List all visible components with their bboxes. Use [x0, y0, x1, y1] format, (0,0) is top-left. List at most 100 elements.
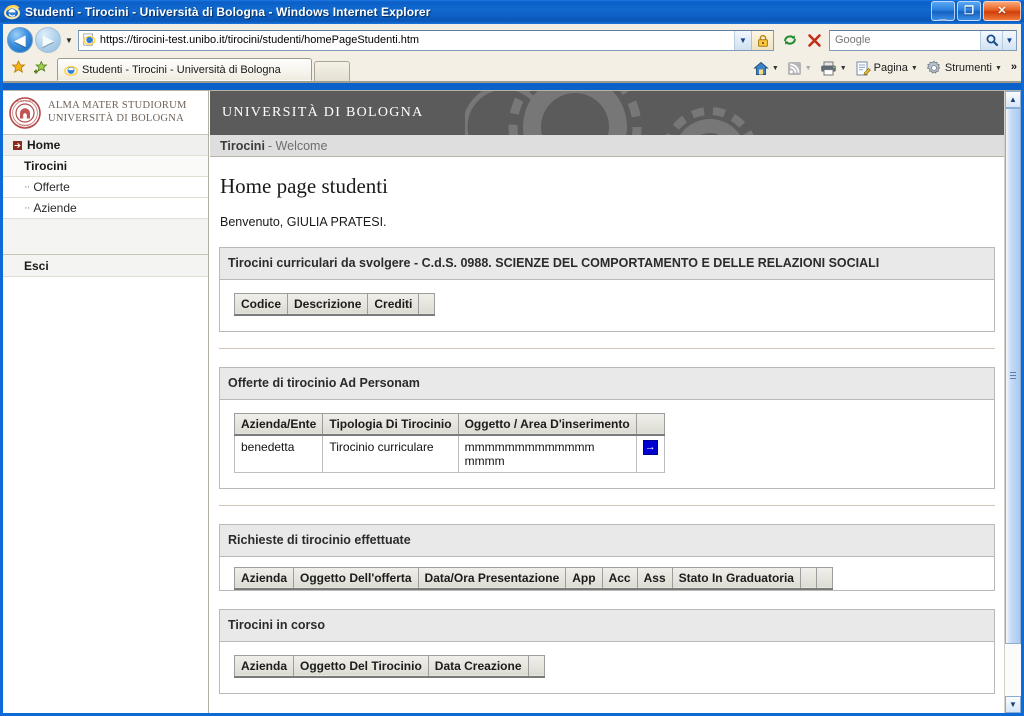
new-tab-button[interactable] [314, 61, 350, 81]
search-dropdown-icon[interactable]: ▼ [1002, 30, 1016, 50]
panel-body: Azienda Oggetto Del Tirocinio Data Creaz… [220, 641, 994, 693]
browser-window: Studenti - Tirocini - Università di Bolo… [0, 0, 1024, 716]
search-go-button[interactable] [980, 30, 1002, 50]
search-input[interactable] [830, 33, 980, 47]
padlock-icon[interactable] [751, 30, 773, 50]
home-marker-icon [13, 140, 22, 150]
overflow-chevron-icon[interactable]: » [1011, 61, 1017, 73]
print-command[interactable]: ▼ [817, 59, 850, 78]
table-header-row: Azienda/Ente Tipologia Di Tirocinio Ogge… [233, 412, 665, 436]
column-oggetto-area[interactable]: Oggetto / Area D'inserimento [457, 412, 637, 436]
table-tirocini-curriculari: Codice Descrizione Crediti [233, 292, 436, 316]
sidebar-item-offerte[interactable]: ·· Offerte [3, 177, 208, 198]
cell-oggetto: mmmmmmmmmmmmm mmmm [457, 434, 637, 473]
gear-icon [926, 60, 941, 74]
tools-caret-icon: ▼ [994, 64, 1002, 72]
page-content: ALMA MATER STUDIORUM ALMA MATER STUDIORU… [3, 91, 1004, 713]
stop-button[interactable] [803, 29, 825, 51]
scrollbar-grip-icon [1010, 372, 1016, 380]
panel-heading: Offerte di tirocinio Ad Personam [220, 367, 994, 400]
favorites-center-button[interactable] [7, 56, 29, 78]
vertical-scrollbar[interactable]: ▲ ▼ [1004, 91, 1021, 713]
sidebar-item-home[interactable]: Home [3, 135, 208, 156]
column-crediti[interactable]: Crediti [367, 292, 420, 316]
address-bar[interactable]: https://tirocini-test.unibo.it/tirocini/… [77, 29, 774, 51]
navigation-row: ◀ ▶ ▼ https://tirocini-test.unibo.it/tir… [3, 24, 1021, 54]
sidebar-item-aziende[interactable]: ·· Aziende [3, 198, 208, 219]
minimize-button[interactable]: _ [931, 1, 955, 21]
tab-label: Studenti - Tirocini - Università di Bolo… [82, 63, 281, 76]
column-ass[interactable]: Ass [636, 566, 673, 590]
sidebar-item-offerte-label: Offerte [33, 180, 70, 194]
panel-tirocini-in-corso: Tirocini in corso Azienda Oggetto Del Ti… [219, 608, 995, 694]
gears-watermark-icon [465, 91, 754, 135]
column-azienda-ente[interactable]: Azienda/Ente [233, 412, 324, 436]
back-button[interactable]: ◀ [7, 27, 33, 53]
bullet-icon: ·· [24, 181, 30, 193]
window-controls: _ ❐ ✕ [931, 1, 1021, 21]
command-bar: ▼ ▼ ▼ Pagina ▼ Strumenti ▼ » [750, 58, 1017, 78]
tools-label: Strumenti [944, 62, 992, 74]
scrollbar-thumb[interactable] [1005, 108, 1021, 644]
column-codice[interactable]: Codice [233, 292, 289, 316]
address-dropdown-icon[interactable]: ▼ [734, 30, 751, 50]
magnifier-icon [986, 34, 998, 47]
university-logo-text: ALMA MATER STUDIORUM UNIVERSITÀ DI BOLOG… [48, 100, 187, 125]
bullet-icon: ·· [24, 202, 30, 214]
table-row: benedetta Tirocinio curriculare mmmmmmmm… [233, 434, 665, 473]
column-data-creazione[interactable]: Data Creazione [427, 654, 529, 678]
page-viewport: ALMA MATER STUDIORUM ALMA MATER STUDIORU… [3, 90, 1021, 713]
sidebar-item-tirocini[interactable]: Tirocini [3, 156, 208, 177]
refresh-icon [784, 35, 796, 45]
panel-body: Codice Descrizione Crediti [220, 279, 994, 331]
sidebar-item-tirocini-label: Tirocini [24, 159, 68, 173]
refresh-button[interactable] [779, 29, 801, 51]
column-app[interactable]: App [565, 566, 603, 590]
page-caret-icon: ▼ [910, 64, 918, 72]
column-stato-graduatoria[interactable]: Stato In Graduatoria [671, 566, 801, 590]
column-data-ora[interactable]: Data/Ora Presentazione [417, 566, 567, 590]
search-box[interactable]: ▼ [829, 29, 1017, 51]
column-acc[interactable]: Acc [601, 566, 638, 590]
column-actions-2 [815, 566, 833, 590]
internet-explorer-icon [4, 4, 20, 20]
feeds-command[interactable]: ▼ [784, 59, 815, 78]
column-tipologia[interactable]: Tipologia Di Tirocinio [322, 412, 459, 436]
cell-tipologia: Tirocinio curriculare [322, 434, 459, 473]
address-url-text: https://tirocini-test.unibo.it/tirocini/… [99, 34, 420, 46]
scrollbar-track[interactable] [1005, 108, 1021, 696]
close-icon: ✕ [997, 4, 1007, 17]
panel-richieste-effettuate: Richieste di tirocinio effettuate Aziend… [219, 523, 995, 591]
column-oggetto-tirocinio[interactable]: Oggetto Del Tirocinio [293, 654, 429, 678]
maximize-icon: ❐ [964, 4, 974, 17]
tab-favicon-icon [64, 65, 78, 76]
logo-line-1: ALMA MATER STUDIORUM [48, 100, 187, 112]
browser-tab[interactable]: Studenti - Tirocini - Università di Bolo… [57, 58, 312, 81]
column-azienda[interactable]: Azienda [233, 566, 295, 590]
sidebar-item-logout[interactable]: Esci [3, 255, 208, 277]
home-command[interactable]: ▼ [750, 59, 782, 78]
scroll-down-button[interactable]: ▼ [1005, 696, 1021, 713]
arrow-right-icon[interactable]: → [642, 439, 658, 455]
scroll-down-icon: ▼ [1009, 700, 1017, 709]
scroll-up-button[interactable]: ▲ [1005, 91, 1021, 108]
column-oggetto-offerta[interactable]: Oggetto Dell'offerta [293, 566, 419, 590]
panel-heading: Tirocini curriculari da svolgere - C.d.S… [220, 248, 994, 280]
table-header-row: Azienda Oggetto Dell'offerta Data/Ora Pr… [233, 566, 833, 590]
column-descrizione[interactable]: Descrizione [287, 292, 369, 316]
maximize-button[interactable]: ❐ [957, 1, 981, 21]
add-to-favorites-button[interactable] [29, 56, 51, 78]
panel-body: Azienda Oggetto Dell'offerta Data/Ora Pr… [220, 556, 994, 590]
column-azienda[interactable]: Azienda [233, 654, 295, 678]
breadcrumb-sub: - Welcome [267, 138, 328, 153]
column-actions [527, 654, 545, 678]
breadcrumb-main: Tirocini [220, 138, 265, 153]
panel-tirocini-curriculari: Tirocini curriculari da svolgere - C.d.S… [219, 247, 995, 332]
sidebar-item-aziende-label: Aziende [33, 201, 77, 215]
page-command[interactable]: Pagina ▼ [852, 59, 921, 78]
history-dropdown-icon[interactable]: ▼ [65, 36, 73, 45]
forward-button[interactable]: ▶ [35, 27, 61, 53]
close-button[interactable]: ✕ [983, 1, 1021, 21]
tools-command[interactable]: Strumenti ▼ [923, 58, 1005, 78]
sidebar-spacer [3, 219, 208, 255]
